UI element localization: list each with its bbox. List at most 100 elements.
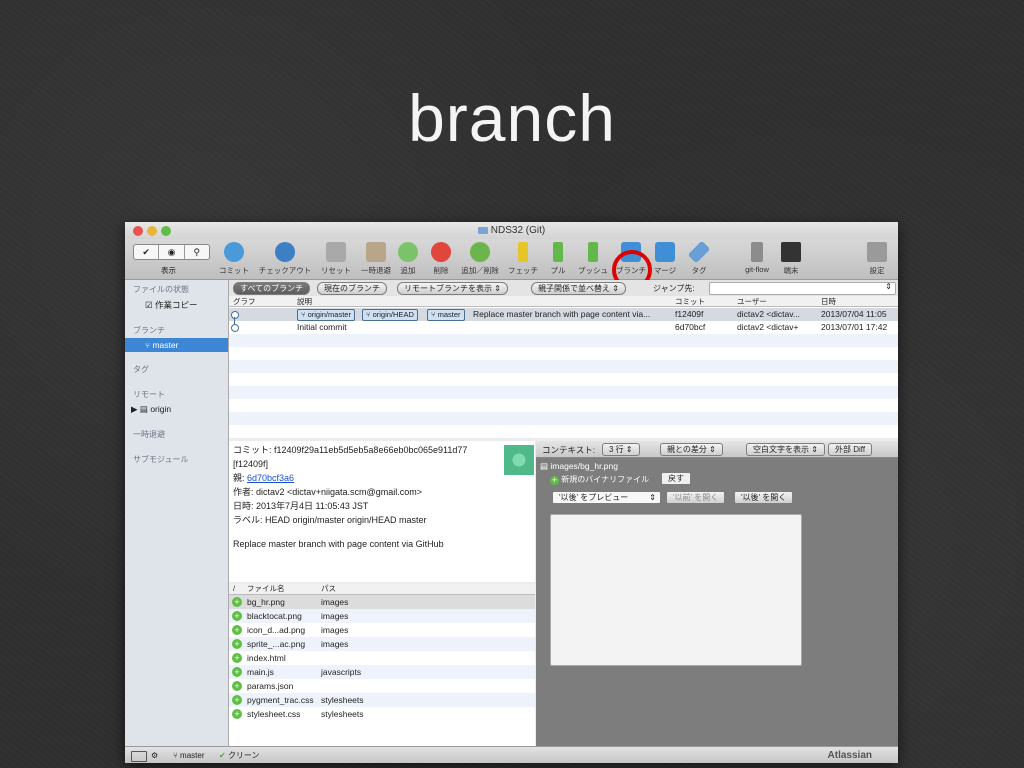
table-row[interactable]: ⑂ origin/master ⑂ origin/HEAD ⑂ master R… <box>229 308 898 321</box>
col-description[interactable]: 説明 <box>297 296 312 307</box>
pull-button[interactable]: プル <box>540 242 576 276</box>
col-sort[interactable]: / <box>233 584 235 594</box>
added-icon: + <box>232 597 242 607</box>
history-icon[interactable]: ◉ <box>159 245 185 259</box>
details-text: コミット: f12409f29a11eb5d5eb5a8e66eb0bc065e… <box>229 441 535 551</box>
file-row[interactable]: + main.js javascripts <box>229 665 535 679</box>
merge-button[interactable]: マージ <box>647 242 683 276</box>
add-remove-button[interactable]: 追加／削除 <box>455 242 505 276</box>
close-button[interactable] <box>133 226 143 236</box>
tag-button[interactable]: タグ <box>681 240 717 276</box>
chevron-updown-icon: ⇕ <box>649 493 656 502</box>
push-button[interactable]: プッシュ <box>573 242 613 276</box>
disclosure-triangle-icon[interactable]: ▶ <box>131 404 140 414</box>
sidebar-header-stash[interactable]: 一時退避 <box>125 425 228 442</box>
check-icon[interactable]: ✔ <box>134 245 160 259</box>
reset-button[interactable]: リセット <box>315 242 357 276</box>
context-label: コンテキスト: <box>542 445 596 455</box>
parent-link[interactable]: 6d70bcf3a6 <box>247 473 294 483</box>
show-remote-dropdown[interactable]: リモートブランチを表示 ⇕ <box>397 282 508 295</box>
sidebar-item-origin[interactable]: ▶ ▤ origin <box>125 402 228 417</box>
commit-node-icon <box>231 324 239 332</box>
table-row[interactable]: Initial commit 6d70bcf dictav2 <dictav+ … <box>229 317 898 334</box>
col-date[interactable]: 日時 <box>821 296 836 307</box>
minus-icon <box>431 242 451 262</box>
checkout-button[interactable]: チェックアウト <box>257 242 313 276</box>
external-diff-button[interactable]: 外部 Diff <box>828 443 873 456</box>
discard-button[interactable]: 戻す <box>661 472 691 485</box>
current-branch-button[interactable]: 現在のブランチ <box>317 282 387 295</box>
added-icon: + <box>232 611 242 621</box>
sidebar-header-remotes[interactable]: リモート <box>125 385 228 402</box>
file-row[interactable]: + stylesheet.css stylesheets <box>229 707 535 721</box>
chevron-updown-icon: ⇕ <box>885 282 892 291</box>
commit-button[interactable]: コミット <box>213 242 255 276</box>
file-row[interactable]: + blacktocat.png images <box>229 609 535 623</box>
settings-icon <box>867 242 887 262</box>
file-row[interactable]: + sprite_...ac.png images <box>229 637 535 651</box>
stash-icon <box>366 242 386 262</box>
col-path[interactable]: パス <box>321 584 336 594</box>
commit-graph-table: グラフ 説明 コミット ユーザー 日時 ⑂ origin/master ⑂ or… <box>229 296 898 438</box>
col-graph[interactable]: グラフ <box>233 296 256 307</box>
file-row[interactable]: + pygment_trac.css stylesheets <box>229 693 535 707</box>
sidebar-item-working-copy[interactable]: ☑ 作業コピー <box>125 297 228 313</box>
sort-dropdown[interactable]: 親子関係で並べ替え ⇕ <box>531 282 626 295</box>
commit-icon <box>224 242 244 262</box>
sidebar-toggle-icon[interactable] <box>131 751 147 762</box>
title-bar: NDS32 (Git) <box>125 222 898 239</box>
chevron-updown-icon: ⇕ <box>709 445 716 454</box>
fetch-button[interactable]: フェッチ <box>503 242 543 276</box>
file-row[interactable]: + params.json <box>229 679 535 693</box>
git-flow-button[interactable]: git-flow <box>737 242 777 274</box>
col-commit[interactable]: コミット <box>675 296 705 307</box>
diff-parent-select[interactable]: 親との差分 ⇕ <box>660 443 723 456</box>
branch-tag[interactable]: ⑂ origin/master <box>297 309 355 321</box>
minimize-button[interactable] <box>147 226 157 236</box>
branch-tag[interactable]: ⑂ master <box>427 309 465 321</box>
gear-icon[interactable]: ⚙ <box>151 747 158 763</box>
open-after-button[interactable]: '以後' を開く <box>734 491 794 504</box>
atlassian-logo: Atlassian <box>827 750 872 761</box>
col-filename[interactable]: ファイル名 <box>247 584 285 594</box>
status-branch[interactable]: ⑂ master <box>173 747 204 763</box>
remove-button[interactable]: 削除 <box>423 242 459 276</box>
all-branches-button[interactable]: すべてのブランチ <box>233 282 311 295</box>
empty-row <box>229 386 898 399</box>
tag-icon <box>687 240 711 264</box>
zoom-button[interactable] <box>161 226 171 236</box>
empty-row <box>229 412 898 425</box>
added-icon: + <box>232 653 242 663</box>
tag-icon: ⑂ <box>366 310 373 319</box>
branch-tag[interactable]: ⑂ origin/HEAD <box>362 309 418 321</box>
sidebar-header-file-status[interactable]: ファイルの状態 <box>125 280 228 297</box>
slide-title: branch <box>408 81 616 155</box>
empty-row <box>229 399 898 412</box>
terminal-button[interactable]: 端末 <box>773 242 809 276</box>
view-mode-segment[interactable]: ✔ ◉ ⚲ <box>133 244 210 260</box>
added-icon: + <box>232 681 242 691</box>
preview-select[interactable]: '以後' をプレビュー ⇕ <box>552 491 661 504</box>
sidebar-header-tags[interactable]: タグ <box>125 360 228 377</box>
file-row[interactable]: + icon_d...ad.png images <box>229 623 535 637</box>
file-row[interactable]: + index.html <box>229 651 535 665</box>
file-row[interactable]: + bg_hr.png images <box>229 595 535 609</box>
sidebar-header-submodules[interactable]: サブモジュール <box>125 450 228 467</box>
graph-header: グラフ 説明 コミット ユーザー 日時 <box>229 296 898 307</box>
add-button[interactable]: 追加 <box>390 242 426 276</box>
col-user[interactable]: ユーザー <box>737 296 767 307</box>
whitespace-select[interactable]: 空白文字を表示 ⇕ <box>746 443 825 456</box>
context-select[interactable]: 3 行 ⇕ <box>602 443 640 456</box>
settings-button[interactable]: 設定 <box>859 242 895 276</box>
chevron-updown-icon: ⇕ <box>625 445 633 454</box>
sidebar-item-master[interactable]: ⑂ master <box>125 338 228 352</box>
jump-select[interactable]: ⇕ <box>709 282 896 295</box>
chevron-updown-icon: ⇕ <box>612 284 619 293</box>
tag-icon: ⑂ <box>431 310 438 319</box>
open-before-button[interactable]: '以前' を開く <box>666 491 726 504</box>
search-icon[interactable]: ⚲ <box>185 245 209 259</box>
diff-file-path: ▤ images/bg_hr.png <box>540 461 618 471</box>
sidebar-header-branches[interactable]: ブランチ <box>125 321 228 338</box>
commit-description: Replace master branch with page content … <box>473 309 651 319</box>
commit-description: Initial commit <box>297 322 347 332</box>
